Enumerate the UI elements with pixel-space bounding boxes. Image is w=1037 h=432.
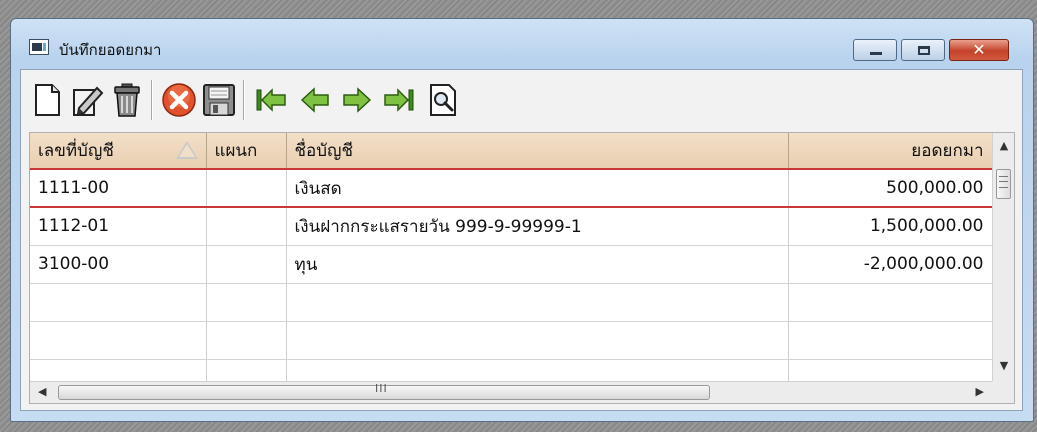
save-icon [203,84,235,116]
size-grip[interactable] [992,381,1014,403]
next-record-icon [343,87,372,113]
cancel-icon [162,83,196,117]
header-row: เลขที่บัญชี แผนก ชื่อบัญชี ยอดยกมา [30,133,993,170]
grip-icon [999,176,1008,188]
title-bar[interactable]: บันทึกยอดยกมา ✕ [11,19,1033,69]
toolbar [21,70,1022,130]
sort-ascending-icon [175,141,198,159]
edit-icon [73,86,104,116]
app-window-icon [29,39,49,55]
last-record-button[interactable] [381,82,417,118]
scroll-up-icon[interactable]: ▲ [993,139,1014,152]
cell-account-no[interactable]: 1112-01 [30,207,207,246]
delete-button[interactable] [109,82,145,118]
search-icon [430,84,456,116]
grip-icon: III [375,382,388,395]
cell-account-name[interactable]: ทุน [286,245,789,284]
previous-record-icon [300,87,329,113]
toolbar-separator [243,80,245,120]
cell-department[interactable] [206,245,287,284]
new-button[interactable] [29,82,65,118]
scroll-down-icon[interactable]: ▼ [993,359,1014,372]
horizontal-scroll-thumb[interactable]: III [58,382,710,400]
window: บันทึกยอดยกมา ✕ เลขที่บัญชี แผนก ชื่อบัญ… [10,18,1034,422]
cancel-button[interactable] [161,82,197,118]
client-area: เลขที่บัญชี แผนก ชื่อบัญชี ยอดยกมา 1111-… [20,69,1023,411]
cell-department[interactable] [206,207,287,246]
cell-balance[interactable]: 1,500,000.00 [788,207,993,246]
scroll-right-icon[interactable]: ▶ [976,385,984,398]
table-row[interactable]: 1112-01 เงินฝากกระแสรายวัน 999-9-99999-1… [30,207,993,246]
table-row[interactable]: 1111-00 เงินสด 500,000.00 [30,169,993,208]
previous-record-button[interactable] [297,82,333,118]
edit-button[interactable] [69,82,105,118]
vertical-scroll-thumb[interactable] [996,169,1011,199]
first-record-button[interactable] [253,82,289,118]
maximize-button[interactable] [901,39,945,61]
cell-account-no[interactable]: 1111-00 [30,169,207,208]
new-icon [35,84,60,116]
vertical-scrollbar[interactable]: ▲ ▼ [992,133,1014,383]
delete-icon [114,83,140,117]
scroll-left-icon[interactable]: ◀ [38,385,46,398]
empty-row[interactable] [30,321,993,360]
minimize-button[interactable] [853,39,897,61]
cell-account-name[interactable]: เงินฝากกระแสรายวัน 999-9-99999-1 [286,207,789,246]
empty-row[interactable] [30,283,993,322]
close-icon: ✕ [972,40,986,59]
cell-account-no[interactable]: 3100-00 [30,245,207,284]
data-grid: เลขที่บัญชี แผนก ชื่อบัญชี ยอดยกมา 1111-… [29,132,1015,404]
cell-balance[interactable]: 500,000.00 [788,169,993,208]
column-header-account-no[interactable]: เลขที่บัญชี [30,133,207,170]
maximize-icon [918,46,930,55]
column-header-department[interactable]: แผนก [206,133,287,170]
next-record-button[interactable] [339,82,375,118]
save-button[interactable] [201,82,237,118]
close-button[interactable]: ✕ [949,39,1009,61]
horizontal-scrollbar[interactable]: ◀ III ▶ [30,381,992,403]
cell-department[interactable] [206,169,287,208]
first-record-icon [256,88,286,112]
cell-balance[interactable]: -2,000,000.00 [788,245,993,284]
column-header-balance[interactable]: ยอดยกมา [788,133,993,170]
search-button[interactable] [425,82,461,118]
toolbar-separator [151,80,153,120]
cell-account-name[interactable]: เงินสด [286,169,789,208]
table-row[interactable]: 3100-00 ทุน -2,000,000.00 [30,245,993,284]
account-table: เลขที่บัญชี แผนก ชื่อบัญชี ยอดยกมา 1111-… [30,133,993,398]
column-header-account-name[interactable]: ชื่อบัญชี [286,133,789,170]
window-title: บันทึกยอดยกมา [59,41,162,59]
last-record-icon [384,88,414,112]
minimize-icon [870,52,882,55]
